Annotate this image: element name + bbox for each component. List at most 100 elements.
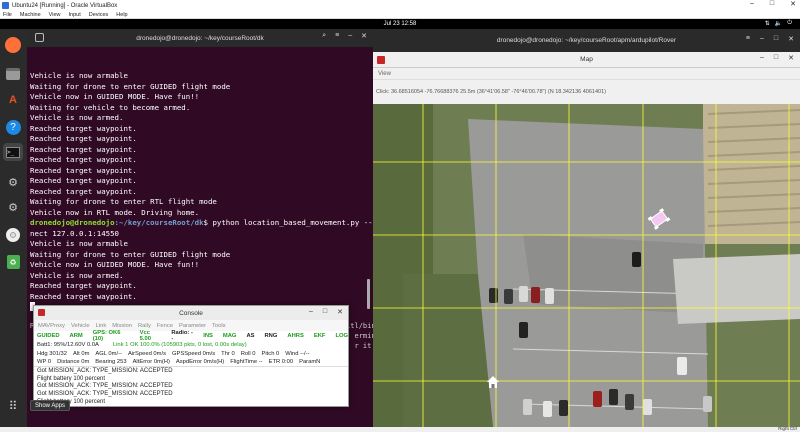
- status-flag: ARM: [69, 332, 83, 339]
- satellite-map-svg[interactable]: [373, 104, 800, 427]
- console-status-battery-link: Batt1: 95%/12.60V 0.0A Link 1 OK 100.0% (…: [34, 340, 348, 349]
- terminal-line: Vehicle is now armable: [30, 239, 128, 248]
- terminal-line: Vehicle now in GUIDED MODE. Have fun!!: [30, 92, 200, 101]
- vbox-menubar: File Machine View Input Devices Help: [0, 11, 800, 19]
- terminal-line: Vehicle is now armable: [30, 71, 128, 80]
- menu-devices[interactable]: Devices: [89, 12, 109, 18]
- status-flag: AS: [246, 332, 255, 339]
- minimize-button[interactable]: –: [750, 0, 754, 8]
- minimize-button[interactable]: –: [348, 32, 352, 40]
- terminal-output[interactable]: Vehicle is now armable Waiting for drone …: [30, 71, 386, 311]
- building-roof: [673, 254, 800, 324]
- settings-gear-icon-2[interactable]: ⚙: [3, 198, 23, 216]
- status-value: ETR 0:00: [268, 359, 294, 365]
- minimize-button[interactable]: –: [760, 35, 764, 43]
- status-value: Bearing 253: [95, 359, 127, 365]
- trash-icon[interactable]: ♻: [3, 253, 23, 271]
- show-apps-icon[interactable]: ⠿: [3, 397, 23, 415]
- vbox-window-controls: – □ ✕: [750, 0, 796, 8]
- disc-icon[interactable]: [3, 226, 23, 244]
- terminal-title: dronedojo@dronedojo: ~/key/courseRoot/dk: [136, 34, 264, 42]
- terminal-line: Waiting for drone to enter GUIDED flight…: [30, 249, 231, 259]
- prompt-path: :~/key/courseRoot/dk: [114, 218, 204, 227]
- console-log-line: Flight battery 100 percent: [37, 375, 106, 382]
- status-value: GPSSpeed 0m/s: [171, 350, 216, 357]
- console-menu-rally[interactable]: Rally: [138, 323, 151, 329]
- console-log-line: Got MISSION_ACK: TYPE_MISSION: ACCEPTED: [37, 383, 173, 390]
- volume-icon: 🔈: [774, 21, 783, 27]
- menu-machine[interactable]: Machine: [20, 12, 41, 18]
- console-menu-fence[interactable]: Fence: [157, 323, 173, 329]
- maximize-button[interactable]: □: [323, 308, 327, 316]
- map-title: Map: [580, 56, 593, 63]
- terminal-line: nect 127.0.0.1:14550: [30, 228, 119, 238]
- console-app-icon: [38, 309, 45, 316]
- console-log-line: Got MISSION_ACK: TYPE_MISSION: ACCEPTED: [37, 368, 173, 374]
- terminal-line: Waiting for drone to enter GUIDED flight…: [30, 81, 231, 91]
- console-menu-vehicle[interactable]: Vehicle: [71, 323, 90, 329]
- console-status-flags: GUIDED ARM GPS: OK6 (10) Vcc 5.00 Radio: -- I…: [34, 330, 348, 342]
- map-click-readout: Click: 36.68516054 -76.76688376 25.5m (3…: [376, 89, 606, 95]
- close-icon[interactable]: ✕: [361, 32, 367, 40]
- console-status-attitude: Hdg 301/32 Alt 0m AGL 0m/-- AirSpeed 0m/s GP…: [34, 349, 348, 358]
- rover-terminal-headerbar: dronedojo@dronedojo: ~/key/courseRoot/ap…: [373, 29, 800, 52]
- map-window[interactable]: Map – □ ✕ View Click: 36.68516054 -76.76…: [373, 52, 800, 427]
- maximize-button[interactable]: □: [774, 54, 778, 62]
- maximize-button[interactable]: □: [770, 0, 774, 8]
- files-icon[interactable]: [3, 65, 23, 83]
- system-tray[interactable]: ⇅ 🔈 ⏻: [765, 20, 792, 27]
- console-window-controls: – □ ✕: [309, 308, 343, 316]
- firefox-icon[interactable]: [5, 37, 21, 53]
- close-icon[interactable]: ✕: [337, 308, 343, 316]
- terminal-line: Vehicle now in RTL mode. Driving home.: [30, 207, 200, 217]
- hamburger-menu-icon[interactable]: ≡: [746, 35, 750, 43]
- console-menu-tools[interactable]: Tools: [212, 323, 226, 329]
- terminal-scrollbar[interactable]: [367, 279, 370, 309]
- show-apps-tooltip: Show Apps: [30, 400, 71, 411]
- terminal-icon[interactable]: >_: [3, 143, 23, 161]
- status-value: Distance 0m: [57, 359, 90, 365]
- close-icon[interactable]: ✕: [788, 35, 794, 43]
- virtualbox-icon: [2, 2, 9, 9]
- console-log[interactable]: Got MISSION_ACK: TYPE_MISSION: ACCEPTED F…: [37, 368, 345, 407]
- status-flag: MAG: [222, 332, 237, 339]
- close-icon[interactable]: ✕: [788, 54, 794, 62]
- menu-file[interactable]: File: [3, 12, 12, 18]
- console-menu-mission[interactable]: Mission: [112, 323, 132, 329]
- hamburger-menu-icon[interactable]: ≡: [335, 32, 339, 40]
- satellite-map[interactable]: [373, 104, 800, 427]
- new-tab-icon[interactable]: [35, 33, 44, 42]
- minimize-button[interactable]: –: [760, 54, 764, 62]
- search-icon[interactable]: ⌕: [322, 32, 326, 40]
- terminal-line: Reached target waypoint.: [30, 186, 137, 196]
- terminal-line: Reached target waypoint.: [30, 155, 137, 164]
- terminal-line: Vehicle now in GUIDED MODE. Have fun!!: [30, 260, 200, 269]
- status-value: Link 1 OK 100.0% (105903 pkts, 0 lost, 0…: [112, 341, 247, 348]
- menu-view[interactable]: View: [49, 12, 61, 18]
- help-icon[interactable]: ?: [3, 118, 23, 136]
- clock[interactable]: Jul 23 12:58: [384, 21, 417, 27]
- host-key-label: Right Ctrl: [778, 426, 797, 431]
- mavproxy-console-window[interactable]: Console – □ ✕ MAVProxy Vehicle Link Mission…: [33, 305, 349, 407]
- map-menu-view[interactable]: View: [378, 71, 391, 77]
- status-value: AirSpeed 0m/s: [127, 350, 166, 357]
- console-titlebar: Console – □ ✕: [34, 306, 348, 320]
- menu-help[interactable]: Help: [116, 12, 127, 18]
- status-flag: GUIDED: [37, 332, 60, 339]
- close-button[interactable]: ✕: [790, 0, 796, 8]
- map-trees-lower: [403, 274, 493, 427]
- maximize-button[interactable]: □: [774, 35, 778, 43]
- terminal-line: Vehicle is now armed.: [30, 113, 124, 122]
- console-status-navigation: WP 0 Distance 0m Bearing 253 AltError 0m(H)…: [34, 358, 348, 367]
- settings-gear-icon[interactable]: ⚙: [3, 173, 23, 191]
- app-center-icon[interactable]: A: [3, 91, 23, 109]
- power-icon: ⏻: [787, 20, 792, 26]
- menu-input[interactable]: Input: [69, 12, 81, 18]
- console-menu-parameter[interactable]: Parameter: [179, 323, 206, 329]
- status-flag: LOG: [335, 332, 348, 339]
- minimize-button[interactable]: –: [309, 308, 313, 316]
- console-menu-link[interactable]: Link: [96, 323, 107, 329]
- console-menu-mavproxy[interactable]: MAVProxy: [38, 323, 65, 329]
- terminal-line: Reached target waypoint.: [30, 134, 137, 143]
- console-log-line: Flight battery 100 percent: [37, 398, 106, 405]
